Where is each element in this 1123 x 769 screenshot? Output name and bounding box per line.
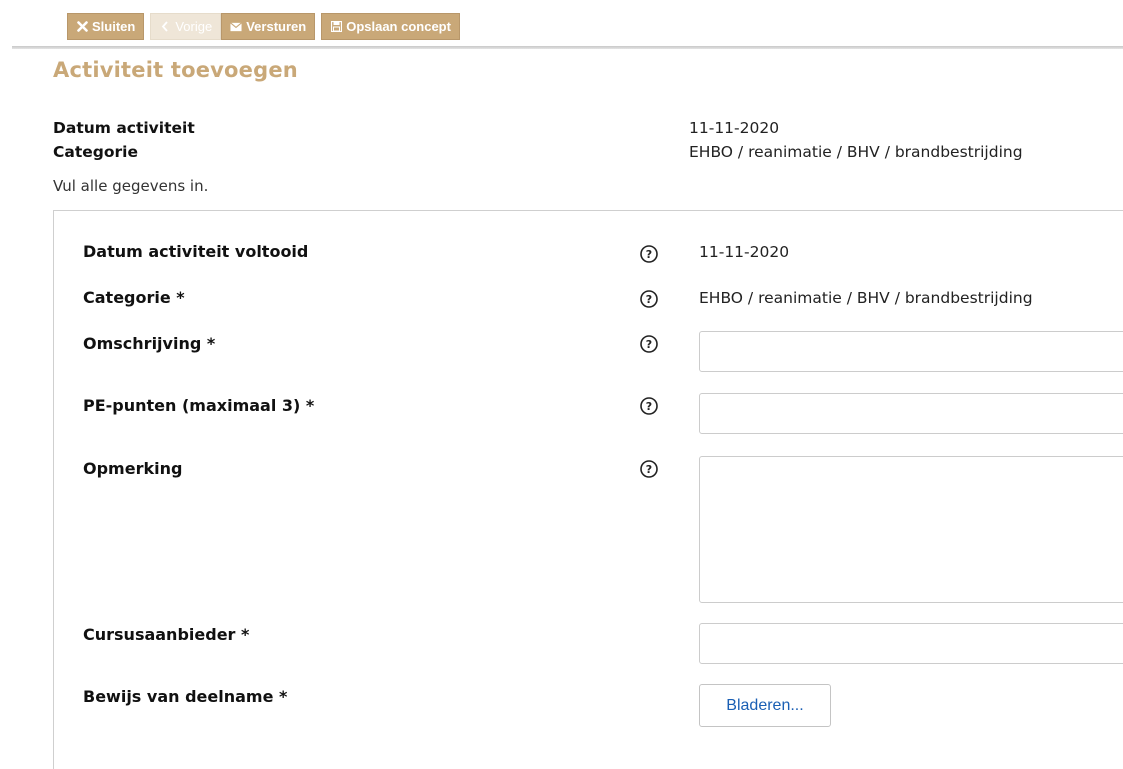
summary-category-value: EHBO / reanimatie / BHV / brandbestrijdi… — [689, 143, 1023, 161]
toolbar-divider — [12, 46, 1123, 49]
course-provider-label: Cursusaanbieder * — [83, 625, 250, 644]
save-draft-button[interactable]: Opslaan concept — [321, 13, 460, 40]
close-icon — [76, 21, 88, 33]
close-button[interactable]: Sluiten — [67, 13, 145, 40]
help-icon[interactable]: ? — [639, 289, 659, 309]
date-completed-label: Datum activiteit voltooid — [83, 242, 309, 261]
pe-points-input[interactable] — [699, 393, 1123, 434]
save-draft-button-label: Opslaan concept — [346, 19, 451, 34]
svg-text:?: ? — [646, 463, 652, 476]
remark-textarea[interactable] — [699, 456, 1123, 603]
envelope-icon — [230, 21, 243, 33]
help-icon[interactable]: ? — [639, 244, 659, 264]
close-button-label: Sluiten — [92, 19, 136, 34]
previous-button[interactable]: Vorige — [150, 13, 222, 40]
hint-text: Vul alle gegevens in. — [53, 177, 209, 195]
svg-text:?: ? — [646, 248, 652, 261]
summary-category-label: Categorie — [53, 143, 138, 161]
send-button-label: Versturen — [246, 19, 307, 34]
summary-date-label: Datum activiteit — [53, 119, 195, 137]
remark-label: Opmerking — [83, 459, 183, 478]
help-icon[interactable]: ? — [639, 396, 659, 416]
svg-text:?: ? — [646, 338, 652, 351]
svg-text:?: ? — [646, 293, 652, 306]
toolbar: Sluiten Vorige Versturen Opslaan concept — [67, 13, 460, 40]
description-input[interactable] — [699, 331, 1123, 372]
previous-button-label: Vorige — [175, 19, 213, 34]
browse-button-label: Bladeren... — [726, 696, 804, 714]
pe-points-label: PE-punten (maximaal 3) * — [83, 396, 315, 415]
send-button[interactable]: Versturen — [221, 13, 316, 40]
category-label: Categorie * — [83, 288, 185, 307]
course-provider-input[interactable] — [699, 623, 1123, 664]
chevron-left-icon — [159, 21, 171, 33]
summary-date-value: 11-11-2020 — [689, 119, 780, 137]
description-label: Omschrijving * — [83, 334, 216, 353]
date-completed-value: 11-11-2020 — [699, 243, 790, 261]
page-title: Activiteit toevoegen — [53, 58, 298, 82]
save-icon — [330, 21, 342, 33]
svg-text:?: ? — [646, 400, 652, 413]
browse-button[interactable]: Bladeren... — [699, 684, 831, 727]
help-icon[interactable]: ? — [639, 459, 659, 479]
page: Sluiten Vorige Versturen Opslaan concept… — [0, 0, 1123, 769]
proof-label: Bewijs van deelname * — [83, 687, 288, 706]
category-value: EHBO / reanimatie / BHV / brandbestrijdi… — [699, 289, 1033, 307]
help-icon[interactable]: ? — [639, 334, 659, 354]
